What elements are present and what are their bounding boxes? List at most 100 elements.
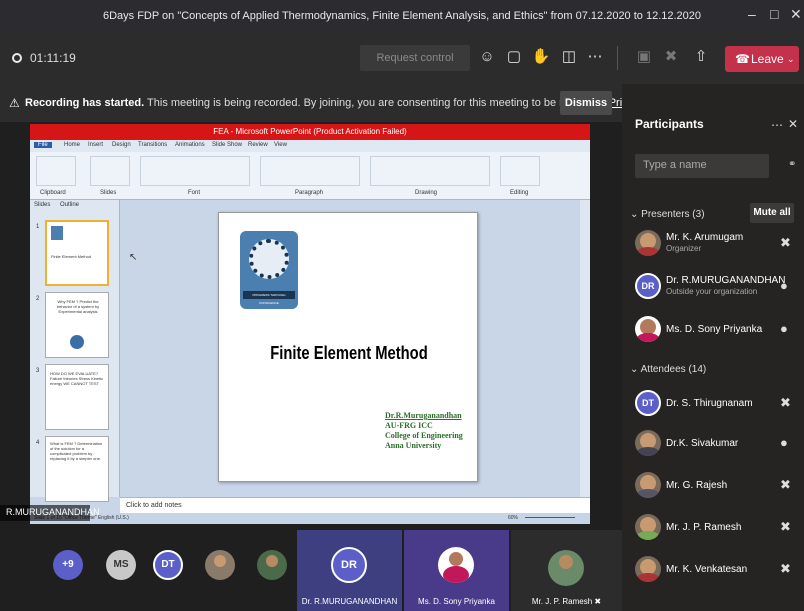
tile-name: Ms. D. Sony Priyanka: [418, 597, 495, 606]
close-panel-icon[interactable]: ✕: [788, 117, 798, 131]
participant-name: Mr. K. Arumugam: [666, 232, 744, 243]
rooms-icon[interactable]: ◫: [558, 46, 580, 68]
add-people-icon[interactable]: ⚭: [788, 159, 796, 170]
tile-avatar-photo: [438, 547, 474, 583]
ppt-tab-review[interactable]: Review: [248, 142, 268, 148]
slide-thumbnail[interactable]: HOW DO WE EVALUATE? Failure theories Str…: [45, 364, 109, 430]
chevron-down-icon[interactable]: ⌄: [787, 46, 795, 72]
body-photo: [636, 531, 660, 540]
ppt-ribbon: Clipboard Slides Font Paragraph Drawing …: [30, 152, 590, 200]
participant-search-input[interactable]: Type a name: [635, 154, 769, 178]
thumb-globe: [70, 335, 84, 349]
mute-all-button[interactable]: Mute all: [750, 203, 794, 223]
toolbar-separator: [617, 46, 618, 70]
gallery-avatar-photo[interactable]: [257, 550, 287, 580]
pane-tab-outline[interactable]: Outline: [60, 202, 79, 208]
video-tile[interactable]: DR Dr. R.MURUGANANDHAN: [297, 530, 402, 611]
more-actions-icon[interactable]: ⋯: [584, 46, 606, 68]
group-label-paragraph: Paragraph: [295, 190, 324, 196]
meeting-timer: 01:11:19: [30, 51, 76, 65]
mic-off-icon: ✖: [780, 477, 791, 492]
participant-role: Organizer: [666, 244, 702, 253]
tile-name: Mr. J. P. Ramesh ✖: [511, 597, 622, 606]
body-photo: [636, 573, 660, 582]
mic-off-icon[interactable]: ✖: [660, 46, 682, 68]
gallery-avatar-photo[interactable]: [205, 550, 235, 580]
ppt-tab-design[interactable]: Design: [112, 142, 131, 148]
participant-row[interactable]: DT Dr. S. Thirugnanam ✖: [622, 384, 804, 424]
ppt-tab-file[interactable]: File: [34, 142, 52, 148]
clipboard-group[interactable]: [36, 156, 76, 186]
leave-label: Leave: [751, 52, 784, 66]
video-tile[interactable]: Ms. D. Sony Priyanka: [404, 530, 509, 611]
participant-row[interactable]: Dr.K. Sivakumar ●: [622, 424, 804, 464]
ppt-tab-animations[interactable]: Animations: [175, 142, 205, 148]
participant-row[interactable]: DR Dr. R.MURUGANANDHAN Outside your orga…: [622, 267, 804, 307]
ppt-tab-slideshow[interactable]: Slide Show: [212, 142, 242, 148]
dismiss-button[interactable]: Dismiss: [560, 91, 612, 115]
pane-tab-slides[interactable]: Slides: [34, 202, 50, 208]
phone-icon: ☎: [735, 52, 750, 66]
participant-row[interactable]: Ms. D. Sony Priyanka ●: [622, 310, 804, 350]
slide-thumbnail[interactable]: Why FEM ? Predict the behavior of a syst…: [45, 292, 109, 358]
participant-name: Mr. G. Rajesh: [666, 480, 728, 491]
group-label-slides: Slides: [100, 190, 117, 196]
font-group[interactable]: [140, 156, 250, 186]
presenters-section-header[interactable]: ⌄ Presenters (3): [630, 209, 705, 220]
raise-hand-icon[interactable]: ✋: [530, 46, 552, 68]
face-photo: [266, 555, 278, 567]
participant-name: Ms. D. Sony Priyanka: [666, 324, 763, 335]
mic-off-icon: ✖: [780, 519, 791, 534]
thumb-text: What is FEM ? Determination of the solut…: [50, 441, 103, 461]
face-photo: [214, 555, 226, 567]
face-photo: [559, 555, 573, 569]
gallery-avatar[interactable]: DT: [153, 550, 183, 580]
ppt-tab-transitions[interactable]: Transitions: [138, 142, 167, 148]
ppt-tab-insert[interactable]: Insert: [88, 142, 103, 148]
participant-row[interactable]: Mr. K. Venkatesan ✖: [622, 550, 804, 590]
recording-icon: [12, 53, 22, 63]
zoom-slider[interactable]: [525, 517, 575, 518]
chat-icon[interactable]: ▢: [503, 46, 525, 68]
group-label-clipboard: Clipboard: [40, 190, 66, 196]
meeting-toolbar: 01:11:19 Request control ☺ ▢ ✋ ◫ ⋯ ▣ ✖ ⇧…: [0, 32, 804, 84]
notes-pane[interactable]: Click to add notes: [120, 497, 590, 513]
share-screen-icon[interactable]: ⇧: [690, 46, 712, 68]
overflow-participants-button[interactable]: +9: [53, 550, 83, 580]
editing-group[interactable]: [500, 156, 540, 186]
leave-button[interactable]: ☎ Leave ⌄: [725, 46, 799, 72]
participants-icon[interactable]: ☺: [476, 46, 498, 68]
drawing-group[interactable]: [370, 156, 490, 186]
participant-name: Dr. S. Thirugnanam: [666, 398, 753, 409]
attendees-section-header[interactable]: ⌄ Attendees (14): [630, 364, 706, 375]
ppt-tab-home[interactable]: Home: [64, 142, 80, 148]
tile-name: Dr. R.MURUGANANDHAN: [301, 597, 398, 606]
panel-title: Participants: [635, 117, 704, 131]
minimize-icon[interactable]: –: [748, 6, 756, 22]
more-options-icon[interactable]: ⋯: [771, 118, 783, 132]
slides-group[interactable]: [90, 156, 130, 186]
participant-name: Dr.K. Sivakumar: [666, 438, 739, 449]
avatar: [635, 430, 661, 456]
slide-thumbnail[interactable]: What is FEM ? Determination of the solut…: [45, 436, 109, 502]
participant-row[interactable]: Mr. G. Rajesh ✖: [622, 466, 804, 506]
group-label-editing: Editing: [510, 190, 529, 196]
avatar: [635, 316, 661, 342]
ppt-tab-view[interactable]: View: [274, 142, 287, 148]
participant-row[interactable]: Mr. J. P. Ramesh ✖: [622, 508, 804, 548]
maximize-icon[interactable]: □: [770, 6, 778, 22]
participant-row[interactable]: Mr. K. Arumugam Organizer ✖: [622, 224, 804, 264]
banner-message: Recording has started. This meeting is b…: [25, 97, 676, 109]
gallery-avatar[interactable]: MS: [106, 550, 136, 580]
close-window-icon[interactable]: ✕: [790, 6, 802, 23]
paragraph-group[interactable]: [260, 156, 360, 186]
camera-off-icon[interactable]: ▣: [633, 46, 655, 68]
thumb-text: Finite Element Method: [51, 254, 92, 259]
vertical-scrollbar[interactable]: [580, 200, 590, 497]
window-title-bar: 6Days FDP on "Concepts of Applied Thermo…: [0, 0, 804, 32]
slide-thumbnail[interactable]: Finite Element Method: [45, 220, 109, 286]
mic-off-icon: ✖: [594, 597, 602, 606]
request-control-button[interactable]: Request control: [360, 45, 470, 71]
avatar: [635, 514, 661, 540]
video-tile[interactable]: Mr. J. P. Ramesh ✖: [511, 530, 622, 611]
